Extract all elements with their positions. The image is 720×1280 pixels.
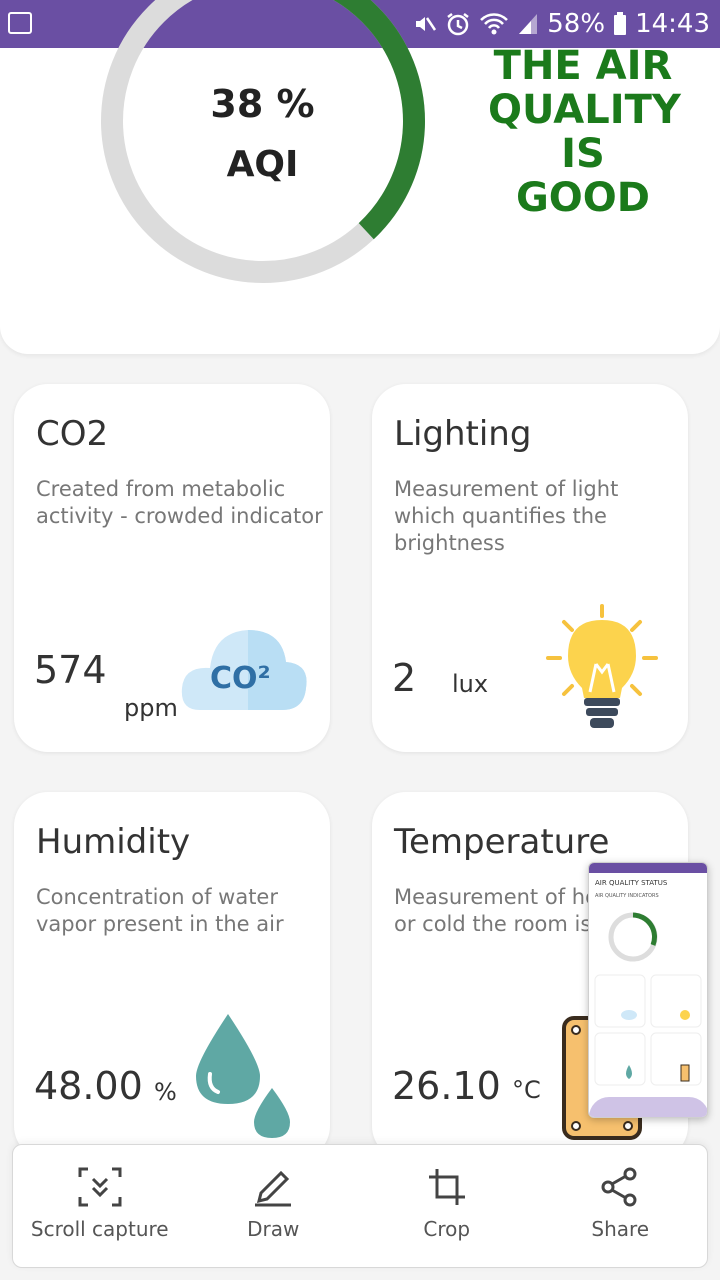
thumbnail-preview xyxy=(594,912,702,1086)
draw-button[interactable]: Draw xyxy=(187,1145,361,1267)
alarm-icon xyxy=(447,13,470,36)
thumbnail-header: AIR QUALITY STATUS xyxy=(595,879,668,887)
wifi-icon xyxy=(480,13,509,35)
share-label: Share xyxy=(591,1217,650,1241)
share-button[interactable]: Share xyxy=(534,1145,708,1267)
crop-button[interactable]: Crop xyxy=(360,1145,534,1267)
air-quality-status: THE AIR QUALITY IS GOOD xyxy=(488,43,681,221)
humidity-unit: % xyxy=(154,1078,177,1106)
lighting-value: 2 xyxy=(392,656,417,700)
battery-percent: 58% xyxy=(547,9,606,39)
crop-label: Crop xyxy=(423,1217,471,1241)
card-title: Humidity xyxy=(36,822,191,862)
scroll-capture-icon xyxy=(78,1167,122,1207)
co2-cloud-icon: CO² xyxy=(181,630,307,710)
aqi-label: AQI xyxy=(226,144,299,185)
thumbnail-nav-bar xyxy=(589,1097,707,1117)
share-icon xyxy=(601,1167,637,1207)
temperature-value: 26.10 xyxy=(392,1064,501,1108)
lighting-unit: lux xyxy=(452,670,489,698)
screenshot-thumbnail[interactable]: AIR QUALITY STATUS AIR QUALITY INDICATOR… xyxy=(588,862,708,1118)
card-description: Concentration of water vapor present in … xyxy=(36,885,284,936)
thumbnail-status-bar xyxy=(589,863,707,873)
light-bulb-icon xyxy=(546,604,658,728)
co2-unit: ppm xyxy=(124,694,178,722)
temperature-unit: °C xyxy=(512,1076,541,1104)
scroll-capture-button[interactable]: Scroll capture xyxy=(13,1145,187,1267)
scroll-capture-label: Scroll capture xyxy=(30,1217,169,1241)
co2-icon-text: CO² xyxy=(210,661,271,696)
pencil-icon xyxy=(255,1170,292,1207)
aqi-summary-card: 38 % AQI THE AIR QUALITY IS GOOD xyxy=(0,0,720,354)
clock: 14:43 xyxy=(635,9,710,39)
draw-label: Draw xyxy=(247,1217,300,1241)
crop-icon xyxy=(428,1169,465,1205)
humidity-card[interactable]: Humidity Concentration of water vapor pr… xyxy=(14,792,330,1160)
lighting-card[interactable]: Lighting Measurement of light which quan… xyxy=(372,384,688,752)
aqi-value: 38 % xyxy=(210,82,315,126)
battery-icon xyxy=(614,12,627,35)
card-title: CO2 xyxy=(36,414,109,454)
card-title: Lighting xyxy=(394,414,532,454)
water-drops-icon xyxy=(196,1014,290,1138)
humidity-value: 48.00 xyxy=(34,1064,143,1108)
signal-icon xyxy=(519,14,538,34)
screenshot-toolbar: Scroll capture Draw Crop Share xyxy=(12,1144,708,1268)
co2-value: 574 xyxy=(34,648,107,692)
status-icons: 58% 14:43 xyxy=(413,0,710,48)
co2-card[interactable]: CO2 Created from metabolic activity - cr… xyxy=(14,384,330,752)
image-icon xyxy=(8,12,32,34)
aqi-gauge xyxy=(101,0,425,283)
card-description: Created from metabolic activity - crowde… xyxy=(36,477,323,528)
card-title: Temperature xyxy=(394,822,610,862)
card-description: Measurement of light which quantifies th… xyxy=(394,477,619,555)
